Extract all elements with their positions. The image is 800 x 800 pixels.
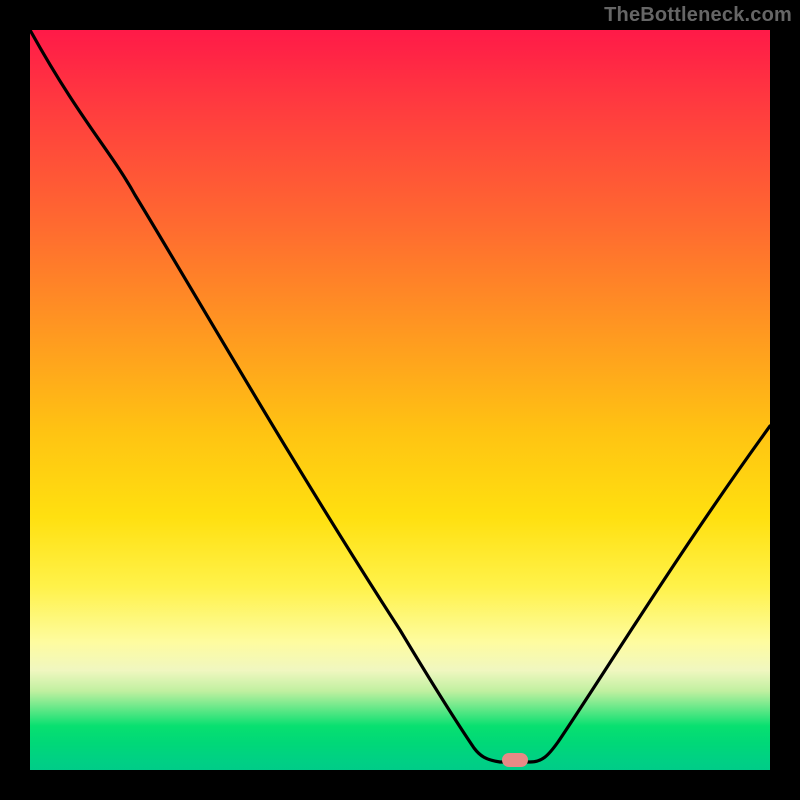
chart-frame: TheBottleneck.com <box>0 0 800 800</box>
bottleneck-curve-svg <box>30 30 770 770</box>
optimal-marker <box>502 753 528 767</box>
bottleneck-curve-path <box>30 30 770 762</box>
watermark-text: TheBottleneck.com <box>604 4 792 27</box>
plot-area <box>30 30 770 770</box>
